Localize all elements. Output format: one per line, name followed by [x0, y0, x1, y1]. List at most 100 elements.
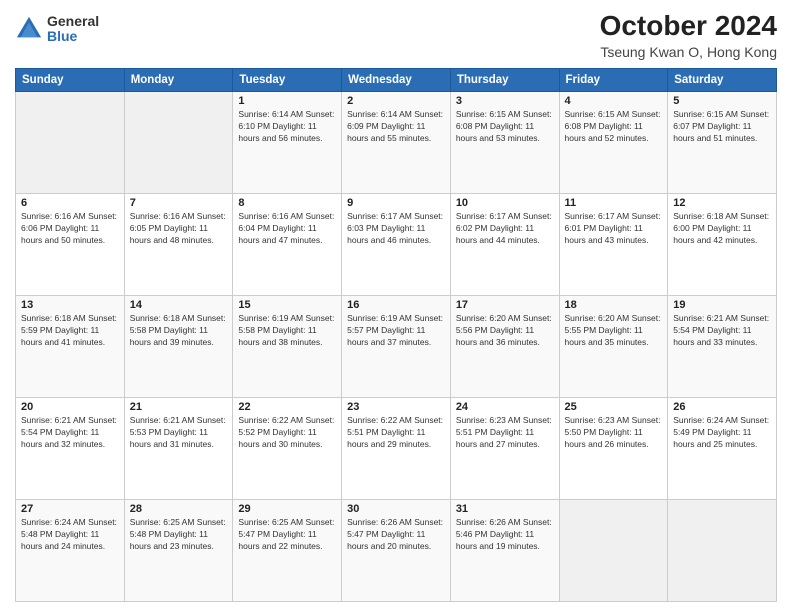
day-info: Sunrise: 6:18 AM Sunset: 5:58 PM Dayligh…	[130, 313, 228, 349]
table-row: 12 Sunrise: 6:18 AM Sunset: 6:00 PM Dayli…	[668, 194, 777, 296]
table-row: 11 Sunrise: 6:17 AM Sunset: 6:01 PM Dayli…	[559, 194, 668, 296]
location-title: Tseung Kwan O, Hong Kong	[600, 44, 777, 60]
table-row: 25Sunrise: 6:23 AM Sunset: 5:50 PM Dayli…	[559, 398, 668, 500]
calendar-week-3: 13 Sunrise: 6:18 AM Sunset: 5:59 PM Dayli…	[16, 296, 777, 398]
table-row	[124, 92, 233, 194]
day-info: Sunrise: 6:19 AM Sunset: 5:58 PM Dayligh…	[238, 313, 336, 349]
day-info: Sunrise: 6:15 AM Sunset: 6:07 PM Dayligh…	[673, 109, 771, 145]
day-number: 11	[565, 197, 663, 209]
table-row: 3 Sunrise: 6:15 AM Sunset: 6:08 PM Daylig…	[450, 92, 559, 194]
day-info: Sunrise: 6:18 AM Sunset: 6:00 PM Dayligh…	[673, 211, 771, 247]
day-info: Sunrise: 6:15 AM Sunset: 6:08 PM Dayligh…	[456, 109, 554, 145]
header-right: October 2024 Tseung Kwan O, Hong Kong	[600, 10, 777, 60]
calendar-header-row: Sunday Monday Tuesday Wednesday Thursday…	[16, 69, 777, 92]
day-number: 2	[347, 95, 445, 107]
day-info: Sunrise: 6:16 AM Sunset: 6:04 PM Dayligh…	[238, 211, 336, 247]
day-info: Sunrise: 6:19 AM Sunset: 5:57 PM Dayligh…	[347, 313, 445, 349]
day-info: Sunrise: 6:14 AM Sunset: 6:09 PM Dayligh…	[347, 109, 445, 145]
col-saturday: Saturday	[668, 69, 777, 92]
table-row	[559, 500, 668, 602]
day-number: 24	[456, 401, 554, 413]
day-number: 7	[130, 197, 228, 209]
table-row: 14 Sunrise: 6:18 AM Sunset: 5:58 PM Dayli…	[124, 296, 233, 398]
day-number: 6	[21, 197, 119, 209]
table-row: 20Sunrise: 6:21 AM Sunset: 5:54 PM Dayli…	[16, 398, 125, 500]
calendar-table: Sunday Monday Tuesday Wednesday Thursday…	[15, 68, 777, 602]
table-row: 4 Sunrise: 6:15 AM Sunset: 6:08 PM Daylig…	[559, 92, 668, 194]
day-number: 1	[238, 95, 336, 107]
logo-blue-text: Blue	[47, 29, 99, 44]
table-row: 17Sunrise: 6:20 AM Sunset: 5:56 PM Dayli…	[450, 296, 559, 398]
day-info: Sunrise: 6:23 AM Sunset: 5:51 PM Dayligh…	[456, 415, 554, 451]
table-row: 15 Sunrise: 6:19 AM Sunset: 5:58 PM Dayli…	[233, 296, 342, 398]
table-row: 28Sunrise: 6:25 AM Sunset: 5:48 PM Dayli…	[124, 500, 233, 602]
day-number: 13	[21, 299, 119, 311]
calendar-week-2: 6 Sunrise: 6:16 AM Sunset: 6:06 PM Daylig…	[16, 194, 777, 296]
col-wednesday: Wednesday	[342, 69, 451, 92]
day-number: 17	[456, 299, 554, 311]
table-row: 6 Sunrise: 6:16 AM Sunset: 6:06 PM Daylig…	[16, 194, 125, 296]
day-number: 20	[21, 401, 119, 413]
day-info: Sunrise: 6:16 AM Sunset: 6:05 PM Dayligh…	[130, 211, 228, 247]
col-tuesday: Tuesday	[233, 69, 342, 92]
day-info: Sunrise: 6:21 AM Sunset: 5:53 PM Dayligh…	[130, 415, 228, 451]
table-row: 24 Sunrise: 6:23 AM Sunset: 5:51 PM Dayli…	[450, 398, 559, 500]
table-row: 8 Sunrise: 6:16 AM Sunset: 6:04 PM Daylig…	[233, 194, 342, 296]
day-info: Sunrise: 6:18 AM Sunset: 5:59 PM Dayligh…	[21, 313, 119, 349]
day-number: 31	[456, 503, 554, 515]
table-row	[16, 92, 125, 194]
logo-general-text: General	[47, 14, 99, 29]
col-thursday: Thursday	[450, 69, 559, 92]
day-number: 12	[673, 197, 771, 209]
day-number: 27	[21, 503, 119, 515]
logo: General Blue	[15, 14, 99, 45]
day-info: Sunrise: 6:16 AM Sunset: 6:06 PM Dayligh…	[21, 211, 119, 247]
day-info: Sunrise: 6:15 AM Sunset: 6:08 PM Dayligh…	[565, 109, 663, 145]
day-number: 3	[456, 95, 554, 107]
day-info: Sunrise: 6:17 AM Sunset: 6:01 PM Dayligh…	[565, 211, 663, 247]
logo-icon	[15, 15, 43, 43]
day-info: Sunrise: 6:20 AM Sunset: 5:55 PM Dayligh…	[565, 313, 663, 349]
table-row: 9Sunrise: 6:17 AM Sunset: 6:03 PM Daylig…	[342, 194, 451, 296]
day-number: 4	[565, 95, 663, 107]
day-number: 22	[238, 401, 336, 413]
day-number: 21	[130, 401, 228, 413]
table-row	[668, 500, 777, 602]
table-row: 5 Sunrise: 6:15 AM Sunset: 6:07 PM Daylig…	[668, 92, 777, 194]
table-row: 21 Sunrise: 6:21 AM Sunset: 5:53 PM Dayli…	[124, 398, 233, 500]
day-number: 5	[673, 95, 771, 107]
day-info: Sunrise: 6:25 AM Sunset: 5:47 PM Dayligh…	[238, 517, 336, 553]
calendar-week-4: 20Sunrise: 6:21 AM Sunset: 5:54 PM Dayli…	[16, 398, 777, 500]
col-sunday: Sunday	[16, 69, 125, 92]
day-number: 8	[238, 197, 336, 209]
day-number: 23	[347, 401, 445, 413]
day-info: Sunrise: 6:17 AM Sunset: 6:03 PM Dayligh…	[347, 211, 445, 247]
day-info: Sunrise: 6:24 AM Sunset: 5:49 PM Dayligh…	[673, 415, 771, 451]
col-friday: Friday	[559, 69, 668, 92]
page-header: General Blue October 2024 Tseung Kwan O,…	[15, 10, 777, 60]
day-info: Sunrise: 6:22 AM Sunset: 5:51 PM Dayligh…	[347, 415, 445, 451]
day-number: 15	[238, 299, 336, 311]
day-info: Sunrise: 6:23 AM Sunset: 5:50 PM Dayligh…	[565, 415, 663, 451]
col-monday: Monday	[124, 69, 233, 92]
table-row: 27 Sunrise: 6:24 AM Sunset: 5:48 PM Dayli…	[16, 500, 125, 602]
calendar-week-1: 1Sunrise: 6:14 AM Sunset: 6:10 PM Daylig…	[16, 92, 777, 194]
table-row: 10Sunrise: 6:17 AM Sunset: 6:02 PM Dayli…	[450, 194, 559, 296]
table-row: 31 Sunrise: 6:26 AM Sunset: 5:46 PM Dayli…	[450, 500, 559, 602]
day-number: 16	[347, 299, 445, 311]
day-info: Sunrise: 6:21 AM Sunset: 5:54 PM Dayligh…	[673, 313, 771, 349]
day-info: Sunrise: 6:26 AM Sunset: 5:46 PM Dayligh…	[456, 517, 554, 553]
day-number: 14	[130, 299, 228, 311]
day-number: 29	[238, 503, 336, 515]
day-number: 28	[130, 503, 228, 515]
table-row: 19Sunrise: 6:21 AM Sunset: 5:54 PM Dayli…	[668, 296, 777, 398]
table-row: 22Sunrise: 6:22 AM Sunset: 5:52 PM Dayli…	[233, 398, 342, 500]
table-row: 1Sunrise: 6:14 AM Sunset: 6:10 PM Daylig…	[233, 92, 342, 194]
table-row: 2 Sunrise: 6:14 AM Sunset: 6:09 PM Daylig…	[342, 92, 451, 194]
day-info: Sunrise: 6:24 AM Sunset: 5:48 PM Dayligh…	[21, 517, 119, 553]
table-row: 13 Sunrise: 6:18 AM Sunset: 5:59 PM Dayli…	[16, 296, 125, 398]
day-number: 30	[347, 503, 445, 515]
table-row: 26Sunrise: 6:24 AM Sunset: 5:49 PM Dayli…	[668, 398, 777, 500]
table-row: 23 Sunrise: 6:22 AM Sunset: 5:51 PM Dayli…	[342, 398, 451, 500]
table-row: 30Sunrise: 6:26 AM Sunset: 5:47 PM Dayli…	[342, 500, 451, 602]
